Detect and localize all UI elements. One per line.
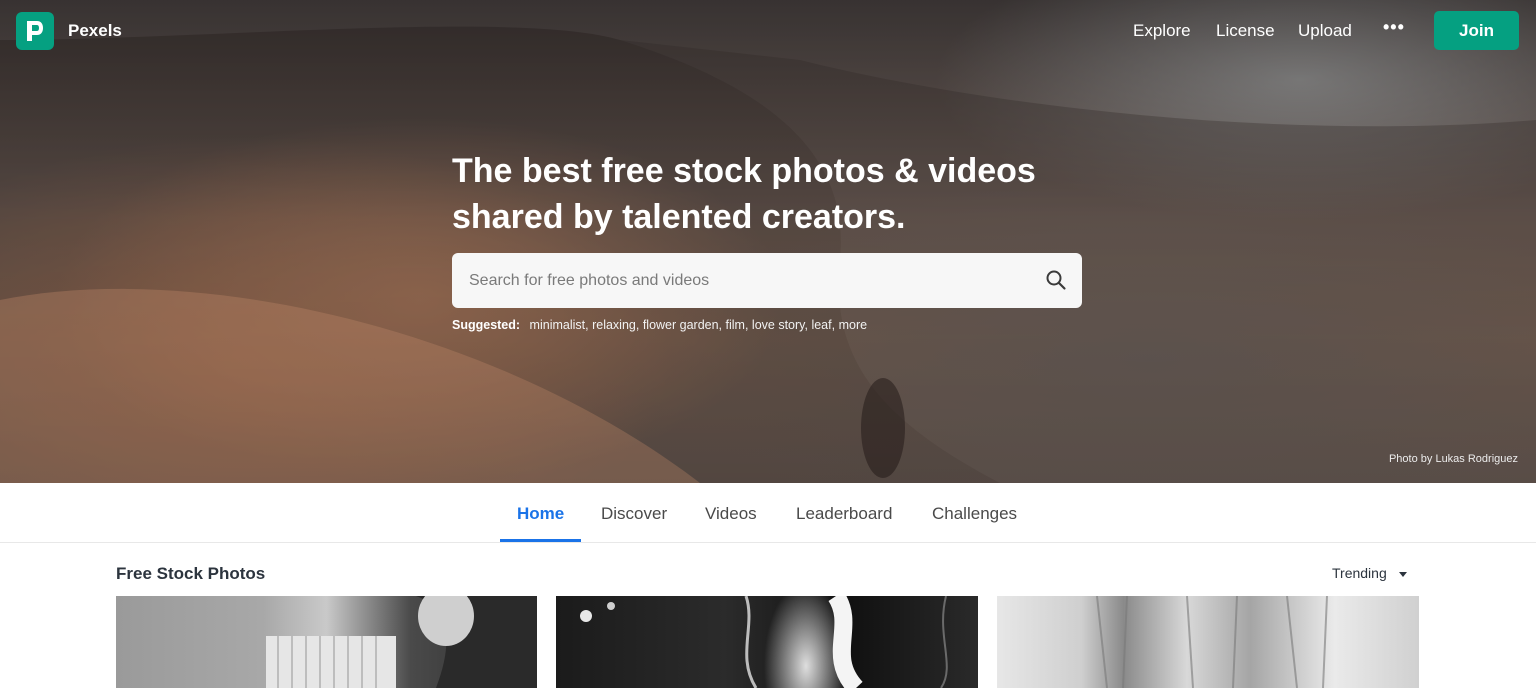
photo-thumbnail — [1096, 596, 1328, 688]
tab-home[interactable]: Home — [517, 504, 564, 524]
suggested-label: Suggested: — [452, 318, 521, 332]
suggested-tag-love-story[interactable]: love story, — [752, 318, 808, 332]
section-tabs: Home Discover Videos Leaderboard Challen… — [0, 483, 1536, 543]
suggested-tag-leaf[interactable]: leaf, — [811, 318, 835, 332]
photo-credit-link[interactable]: Photo by Lukas Rodriguez — [1389, 453, 1518, 465]
nav-explore-link[interactable]: Explore — [1133, 21, 1191, 41]
suggested-searches: Suggested: minimalist, relaxing, flower … — [452, 318, 867, 332]
suggested-more-link[interactable]: more — [839, 318, 867, 332]
caret-down-icon — [1398, 571, 1407, 577]
suggested-tag-flower-garden[interactable]: flower garden, — [643, 318, 722, 332]
brand-name[interactable]: Pexels — [68, 21, 122, 41]
search-bar — [452, 253, 1082, 308]
sort-label: Trending — [1332, 565, 1387, 581]
join-button[interactable]: Join — [1434, 11, 1519, 50]
tab-videos[interactable]: Videos — [705, 504, 757, 524]
tab-discover[interactable]: Discover — [601, 504, 667, 524]
suggested-tag-minimalist[interactable]: minimalist, — [530, 318, 589, 332]
section-title: Free Stock Photos — [116, 564, 266, 583]
sort-dropdown[interactable]: Trending — [1332, 565, 1407, 581]
suggested-tag-film[interactable]: film, — [726, 318, 749, 332]
tab-leaderboard[interactable]: Leaderboard — [796, 504, 892, 524]
search-input[interactable] — [452, 253, 1032, 308]
more-dots-icon[interactable]: ••• — [1383, 17, 1405, 38]
hero-headline: The best free stock photos & videos shar… — [452, 152, 1036, 236]
tab-challenges[interactable]: Challenges — [932, 504, 1017, 524]
photo-thumbnail — [266, 596, 537, 688]
photo-thumbnail — [580, 596, 948, 688]
photo-card[interactable] — [116, 596, 537, 688]
hero-overlay — [0, 0, 1536, 483]
nav-upload-link[interactable]: Upload — [1298, 21, 1352, 41]
search-icon[interactable] — [1045, 269, 1067, 291]
suggested-tag-relaxing[interactable]: relaxing, — [592, 318, 639, 332]
active-tab-indicator — [500, 539, 581, 542]
pexels-logo-icon[interactable] — [16, 12, 54, 50]
top-navigation: Pexels Explore License Upload ••• Join — [0, 0, 1536, 62]
nav-license-link[interactable]: License — [1216, 21, 1275, 41]
hero-banner — [0, 0, 1536, 483]
photo-card[interactable] — [997, 596, 1419, 688]
photo-card[interactable] — [556, 596, 978, 688]
